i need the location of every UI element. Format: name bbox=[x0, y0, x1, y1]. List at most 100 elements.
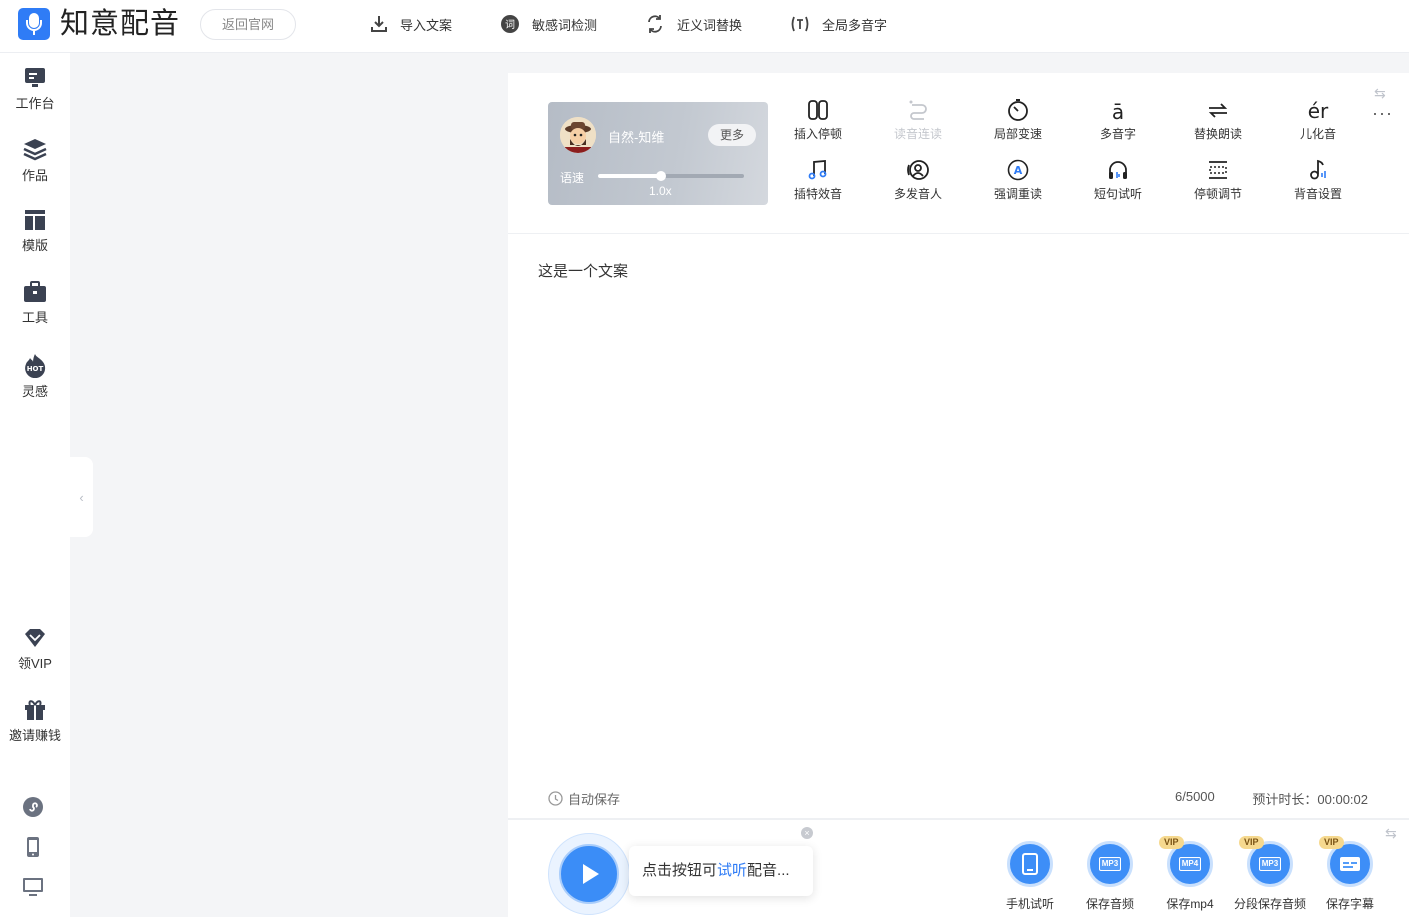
save-segment-audio-button[interactable]: VIP MP3 分段保存音频 bbox=[1230, 836, 1310, 912]
play-circle bbox=[559, 844, 619, 904]
multi-speaker-button[interactable]: 多发音人 bbox=[868, 159, 968, 202]
mini-program-button[interactable] bbox=[22, 796, 44, 821]
phone-preview-button[interactable]: 手机试听 bbox=[990, 841, 1070, 912]
save-subtitle-button[interactable]: VIP 保存字幕 bbox=[1310, 836, 1390, 912]
sensitive-word-button[interactable]: 词 敏感词检测 bbox=[500, 14, 597, 34]
speaker-avatar-icon bbox=[560, 117, 596, 153]
sidebar-item-get-vip[interactable]: 领VIP bbox=[0, 626, 70, 672]
tool-label: 背音设置 bbox=[1293, 187, 1342, 201]
sentence-preview-button[interactable]: 短句试听 bbox=[1068, 159, 1168, 202]
sidebar-item-label: 领VIP bbox=[18, 656, 52, 671]
local-speed-icon bbox=[1008, 99, 1028, 121]
desktop-app-button[interactable] bbox=[22, 876, 44, 901]
emphasis-button[interactable]: A 强调重读 bbox=[968, 159, 1068, 202]
save-audio-button[interactable]: MP3 保存音频 bbox=[1070, 841, 1150, 912]
sidebar-item-tools[interactable]: 工具 bbox=[0, 280, 70, 326]
svg-text:词: 词 bbox=[505, 19, 515, 31]
player-swap-icon[interactable]: ⇆ bbox=[1385, 825, 1397, 842]
mp3-tag: MP3 bbox=[1258, 857, 1282, 871]
import-script-button[interactable]: 导入文案 bbox=[370, 15, 452, 34]
bgm-icon bbox=[1310, 159, 1326, 180]
sidebar-item-inspiration[interactable]: HOT 灵感 bbox=[0, 352, 70, 400]
character-count: 6/5000 bbox=[1175, 789, 1215, 804]
phone-preview-icon bbox=[1007, 841, 1053, 887]
app-logo[interactable]: 知意配音 bbox=[18, 8, 180, 40]
sound-effect-icon bbox=[808, 160, 827, 180]
works-icon bbox=[23, 139, 47, 161]
polyphone-icon: ā bbox=[1112, 100, 1124, 121]
toolbox-icon bbox=[24, 281, 46, 302]
liaison-icon bbox=[909, 100, 927, 120]
global-polyphone-button[interactable]: 全局多音字 bbox=[790, 15, 887, 34]
save-mp4-button[interactable]: VIP MP4 保存mp4 bbox=[1150, 836, 1230, 912]
tool-label: 替换朗读 bbox=[1193, 127, 1242, 141]
tool-label: 强调重读 bbox=[993, 187, 1042, 201]
clock-icon bbox=[548, 791, 563, 806]
editor-stats: 6/5000 预计时长：00:00:02 bbox=[1175, 789, 1368, 808]
tool-label: 短句试听 bbox=[1093, 187, 1142, 201]
speaker-avatar bbox=[560, 117, 596, 153]
polyphone-button[interactable]: ā 多音字 bbox=[1068, 99, 1168, 142]
speed-slider-fill bbox=[598, 174, 661, 178]
vip-badge: VIP bbox=[1159, 836, 1184, 849]
speed-slider-thumb[interactable] bbox=[655, 171, 666, 181]
local-speed-button[interactable]: 局部变速 bbox=[968, 99, 1068, 142]
tooltip-text-prefix: 点击按钮可 bbox=[642, 862, 718, 879]
toolbar-swap-icon[interactable]: ⇆ bbox=[1374, 85, 1386, 102]
more-tools-icon[interactable]: ··· bbox=[1372, 103, 1393, 124]
polyphone-glyph: ā bbox=[1112, 100, 1124, 121]
save-action-label: 保存音频 bbox=[1085, 897, 1134, 911]
more-voices-button[interactable]: 更多 bbox=[708, 124, 756, 146]
synonym-replace-button[interactable]: 近义词替换 bbox=[645, 14, 742, 34]
save-segment-mp3-icon: VIP MP3 bbox=[1239, 836, 1293, 887]
tooltip-text-suffix: 配音... bbox=[747, 862, 790, 879]
mobile-app-button[interactable] bbox=[22, 836, 44, 861]
insert-pause-button[interactable]: 插入停顿 bbox=[768, 99, 868, 142]
back-to-website-button[interactable]: 返回官网 bbox=[200, 9, 296, 40]
emphasis-icon: A bbox=[1007, 159, 1029, 181]
sidebar-item-works[interactable]: 作品 bbox=[0, 136, 70, 184]
tool-label: 读音连读 bbox=[893, 127, 942, 141]
vip-badge: VIP bbox=[1319, 836, 1344, 849]
import-script-label: 导入文案 bbox=[400, 17, 453, 33]
insert-pause-icon bbox=[808, 100, 828, 120]
sidebar-item-template[interactable]: 模版 bbox=[0, 208, 70, 254]
import-icon bbox=[371, 16, 387, 32]
bgm-settings-button[interactable]: 背音设置 bbox=[1268, 159, 1368, 202]
sidebar-item-workbench[interactable]: 工作台 bbox=[0, 66, 70, 112]
sidebar-item-label: 工具 bbox=[21, 310, 48, 325]
speed-label: 语速 bbox=[560, 171, 585, 185]
emphasis-glyph: A bbox=[1014, 164, 1023, 177]
player-divider bbox=[508, 818, 1409, 820]
liaison-button[interactable]: 读音连读 bbox=[868, 99, 968, 142]
voice-selector-card[interactable]: 自然-知维 更多 语速 1.0x bbox=[548, 102, 768, 205]
sidebar-collapse-toggle[interactable]: ‹ bbox=[70, 457, 93, 537]
editor-panel: 自然-知维 更多 语速 1.0x 插入停顿 读音连读 局部变速 ā 多音字 替换… bbox=[508, 73, 1409, 917]
preview-play-button[interactable] bbox=[548, 833, 630, 915]
replace-read-button[interactable]: 替换朗读 bbox=[1168, 99, 1268, 142]
sidebar-item-label: 作品 bbox=[21, 168, 48, 183]
voice-name: 自然-知维 bbox=[608, 130, 665, 145]
autosave-label: 自动保存 bbox=[568, 792, 621, 807]
global-polyphone-icon bbox=[791, 16, 809, 32]
sidebar-item-label: 工作台 bbox=[15, 96, 55, 111]
top-header: 知意配音 返回官网 导入文案 词 敏感词检测 近义词替换 全局多音字 bbox=[0, 0, 1409, 53]
sound-effect-button[interactable]: 插特效音 bbox=[768, 159, 868, 202]
autosave-status: 自动保存 bbox=[548, 789, 620, 808]
left-sidebar: 工作台 作品 模版 工具 HOT 灵感 领VIP 邀请赚钱 bbox=[0, 53, 70, 917]
speed-slider[interactable] bbox=[598, 171, 744, 181]
global-polyphone-label: 全局多音字 bbox=[822, 17, 888, 33]
tool-label: 局部变速 bbox=[993, 127, 1042, 141]
toolbar-divider bbox=[508, 233, 1409, 234]
script-text-editor[interactable]: 这是一个文案 bbox=[538, 260, 1378, 760]
tooltip-close-icon[interactable]: × bbox=[801, 827, 813, 839]
save-mp4-icon: VIP MP4 bbox=[1159, 836, 1213, 887]
erhua-button[interactable]: ér 儿化音 bbox=[1268, 99, 1368, 142]
synonym-replace-icon bbox=[648, 15, 662, 33]
sensitive-word-label: 敏感词检测 bbox=[532, 17, 598, 33]
save-mp3-icon: MP3 bbox=[1087, 841, 1133, 887]
sidebar-item-invite[interactable]: 邀请赚钱 bbox=[0, 698, 70, 744]
pause-adjust-button[interactable]: 停顿调节 bbox=[1168, 159, 1268, 202]
replace-read-icon bbox=[1208, 103, 1228, 118]
sidebar-item-label: 模版 bbox=[21, 238, 48, 253]
